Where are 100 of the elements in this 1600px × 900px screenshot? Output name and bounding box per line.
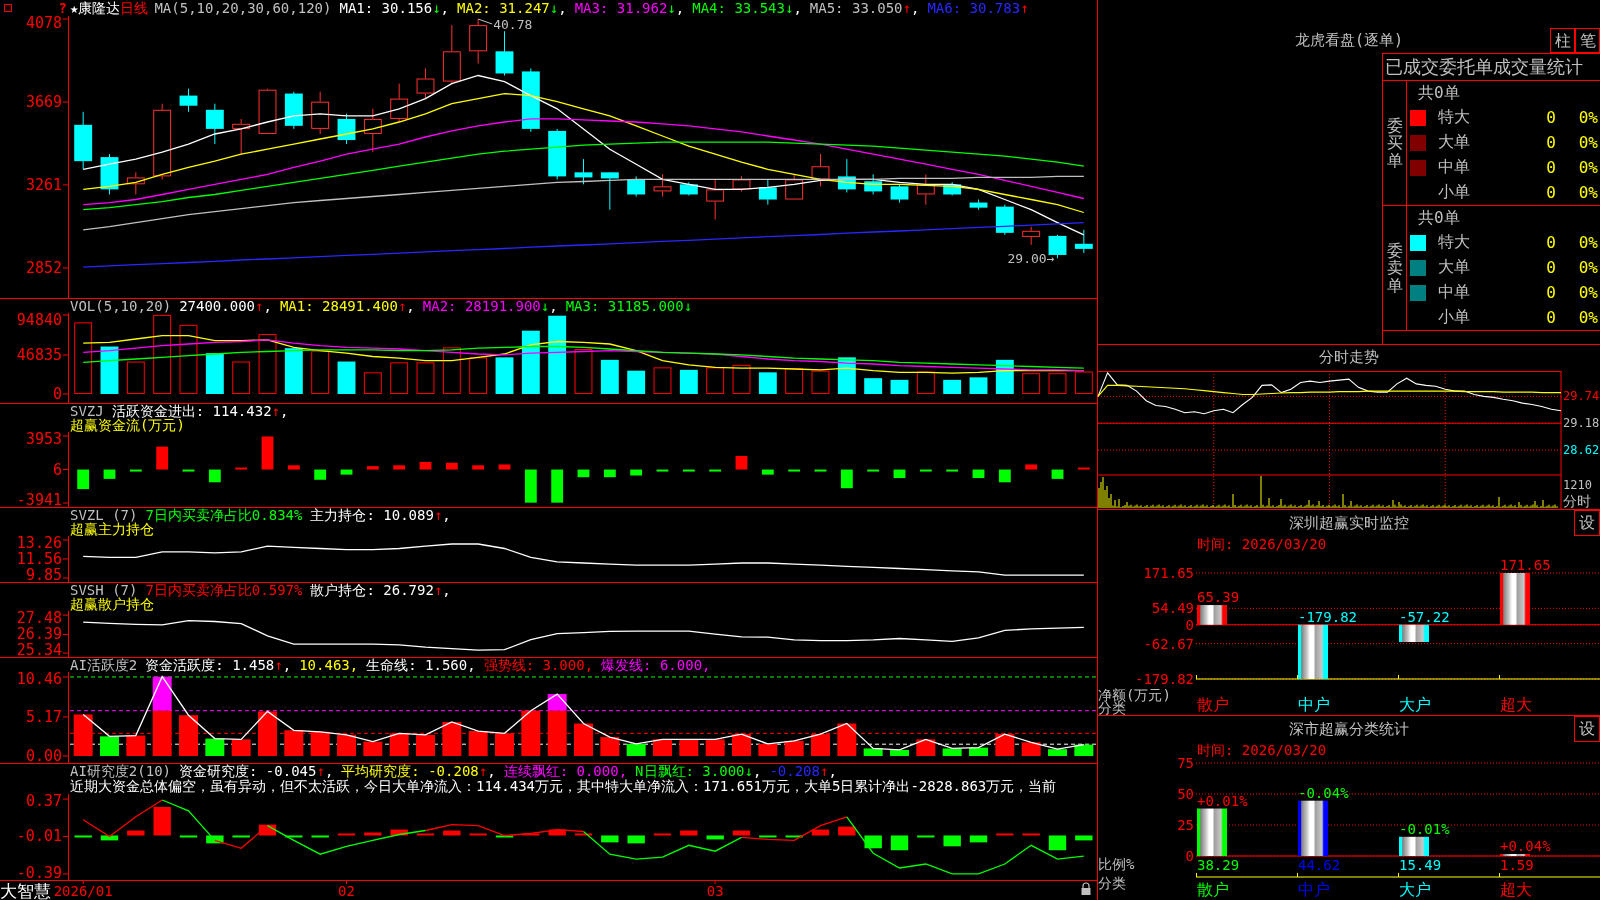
axis-tick-label: 0 bbox=[1185, 616, 1194, 633]
order-size-label: 小单 bbox=[1438, 182, 1470, 203]
indicator-value: MA4: 33.543↓, bbox=[692, 1, 802, 15]
indicator-name: MA(5,10,20,30,60,120) bbox=[154, 1, 332, 15]
order-share: 0% bbox=[1578, 308, 1599, 327]
axis-unit-label: 分时 bbox=[1563, 493, 1591, 509]
axis-tick-label: 3261 bbox=[25, 175, 62, 194]
axis-tick-label: 25.34 bbox=[16, 641, 62, 659]
axis-tick-label: 50 bbox=[1177, 786, 1194, 802]
order-count: 0 bbox=[1546, 283, 1556, 302]
axis-tick-label: -62.67 bbox=[1143, 635, 1194, 652]
axis-tick-label: -0.39 bbox=[16, 864, 62, 882]
panel-title: 分时走势 bbox=[1319, 348, 1379, 366]
axis-tick-label: 0.00 bbox=[25, 747, 62, 765]
indicator-value: MA2: 28191.900↓, bbox=[422, 299, 558, 313]
change-label: +0.01% bbox=[1197, 792, 1248, 809]
order-count: 0 bbox=[1546, 108, 1556, 127]
group-label: 委买单 bbox=[1386, 116, 1403, 170]
indicator-value: 资金活跃度: 1.458↑, bbox=[145, 658, 292, 672]
indicator-name: AI研究度2(10) bbox=[70, 764, 171, 778]
indicator-value: MA5: 33.050↑, bbox=[809, 1, 920, 15]
axis-tick-label: 171.65 bbox=[1143, 565, 1194, 581]
category-label: 超大 bbox=[1500, 695, 1532, 714]
indicator-value: 7日内买卖净占比0.834% bbox=[145, 508, 303, 522]
panel-title: 龙虎看盘(逐单) bbox=[1294, 31, 1404, 49]
data-label: 38.29 bbox=[1197, 857, 1240, 873]
axis-title: 净额(万元) bbox=[1098, 687, 1171, 703]
order-count: 0 bbox=[1546, 133, 1556, 152]
data-label: -57.22 bbox=[1399, 608, 1450, 625]
order-share: 0% bbox=[1578, 233, 1599, 252]
indicator-value: 生命线: 1.560, bbox=[366, 658, 476, 672]
category-label: 中户 bbox=[1298, 695, 1330, 714]
indicator-value: MA3: 31.962↓, bbox=[574, 1, 685, 15]
axis-tick-label: 13.26 bbox=[16, 534, 62, 552]
axis-tick-label: 29.18 bbox=[1563, 416, 1600, 431]
panel-title: 深圳超赢实时监控 bbox=[1289, 513, 1409, 532]
order-count: 0 bbox=[1546, 183, 1556, 202]
indicator-value: 强势线: 3.000, bbox=[483, 658, 594, 672]
order-share: 0% bbox=[1578, 158, 1599, 177]
indicator-value: 主力持仓: 10.089↑, bbox=[310, 508, 451, 522]
axis-tick-label: 25 bbox=[1177, 817, 1194, 833]
order-size-label: 中单 bbox=[1438, 157, 1470, 178]
axis-tick-label: 54.49 bbox=[1151, 600, 1194, 617]
chart-subtitle: 时间: 2026/03/20 bbox=[1197, 536, 1327, 552]
change-label: -0.04% bbox=[1298, 784, 1349, 801]
order-count: 0 bbox=[1546, 158, 1556, 177]
indicator-value: 27400.000↑, bbox=[179, 299, 272, 313]
indicator-name: SVSH (7) bbox=[70, 583, 138, 597]
indicator-title: 超赢主力持仓 bbox=[70, 522, 154, 536]
axis-tick-label: 2852 bbox=[25, 258, 62, 277]
axis-tick-label: 3953 bbox=[25, 430, 62, 448]
indicator-value: 7日内买卖净占比0.597% bbox=[145, 583, 303, 597]
indicator-name: SVZJ bbox=[70, 404, 104, 418]
indicator-value: -0.208↑, bbox=[769, 764, 837, 778]
indicator-value: 爆发线: 6.000, bbox=[601, 658, 711, 672]
indicator-value: 散户持仓: 26.792↑, bbox=[310, 583, 451, 597]
axis-tick-label: 0 bbox=[1185, 848, 1194, 864]
axis-tick-label: 29.74 bbox=[1563, 389, 1600, 404]
axis-tick-label: 11.56 bbox=[16, 549, 62, 568]
indicator-value: 10.463, bbox=[299, 658, 359, 672]
axis-tick-label: 3669 bbox=[25, 93, 62, 112]
indicator-value: MA2: 31.247↓, bbox=[457, 1, 567, 15]
order-size-label: 小单 bbox=[1438, 307, 1470, 328]
order-size-label: 中单 bbox=[1438, 282, 1470, 303]
axis-tick-label: 26.39 bbox=[16, 625, 62, 644]
axis-tick-label: -179.82 bbox=[1135, 671, 1194, 687]
axis-tick-label: 28.62 bbox=[1563, 443, 1600, 458]
indicator-value: 平均研究度: -0.208↑, bbox=[341, 764, 496, 778]
axis-tick-label: 75 bbox=[1177, 755, 1194, 771]
indicator-name: VOL(5,10,20) bbox=[70, 299, 172, 313]
data-label: 65.39 bbox=[1197, 589, 1240, 606]
order-size-label: 大单 bbox=[1438, 257, 1470, 278]
table-title: 已成交委托单成交量统计 bbox=[1385, 56, 1583, 77]
axis-tick-label: 0.37 bbox=[25, 792, 62, 810]
brand-label: 大智慧 bbox=[0, 881, 51, 900]
order-share: 0% bbox=[1578, 258, 1599, 277]
axis-tick-label: 27.48 bbox=[16, 609, 62, 627]
indicator-name: SVZL (7) bbox=[70, 508, 138, 522]
data-label: 1.59 bbox=[1500, 857, 1534, 873]
order-share: 0% bbox=[1578, 283, 1599, 302]
indicator-value: MA1: 28491.400↑, bbox=[279, 299, 415, 313]
order-total: 共0单 bbox=[1418, 208, 1460, 227]
date-axis-label: 2026/01 bbox=[53, 883, 113, 899]
axis-tick-label: 5.17 bbox=[25, 707, 62, 726]
change-label: -0.01% bbox=[1399, 820, 1450, 837]
data-label: -179.82 bbox=[1298, 608, 1357, 625]
axis-tick-label: 6 bbox=[52, 460, 62, 479]
axis-tick-label: 1210 bbox=[1563, 478, 1592, 492]
indicator-title: 超赢散户持仓 bbox=[70, 597, 154, 611]
category-label: 超大 bbox=[1500, 880, 1532, 899]
stock-title: ★康隆达 日线 bbox=[70, 1, 149, 15]
chart-subtitle: 时间: 2026/03/20 bbox=[1197, 742, 1327, 758]
indicator-title: 超赢资金流(万元) bbox=[70, 418, 185, 432]
indicator-value: MA6: 30.783↑ bbox=[927, 1, 1029, 15]
indicator-value: MA1: 30.156↓, bbox=[339, 1, 450, 15]
order-count: 0 bbox=[1546, 233, 1556, 252]
order-share: 0% bbox=[1578, 108, 1599, 127]
order-size-label: 大单 bbox=[1438, 132, 1470, 153]
indicator-value: 资金研究度: -0.045↑, bbox=[179, 764, 334, 778]
order-share: 0% bbox=[1578, 183, 1599, 202]
